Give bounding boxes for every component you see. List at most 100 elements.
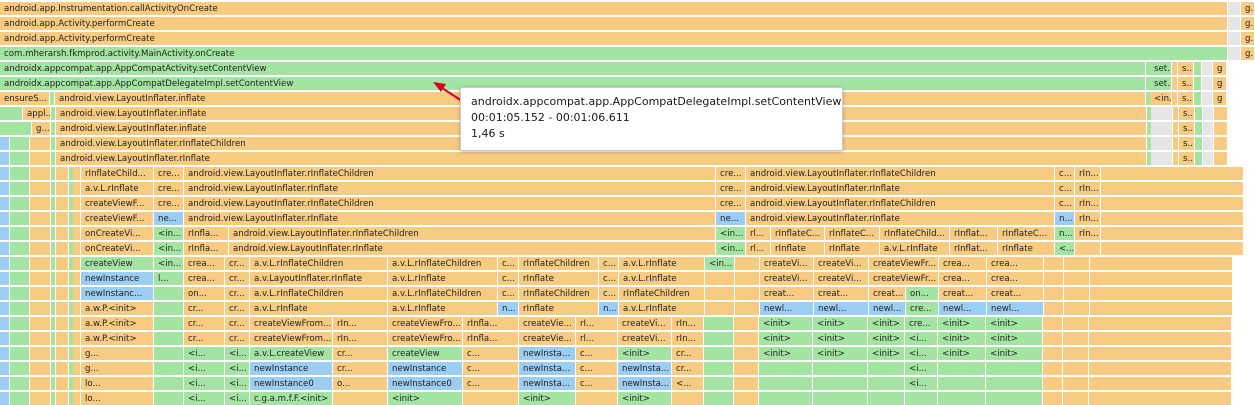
flame-frame[interactable] [30, 272, 51, 286]
flame-frame[interactable] [1043, 332, 1063, 346]
flame-frame[interactable]: <init> [618, 392, 672, 405]
flame-frame[interactable]: cr... [225, 272, 250, 286]
flame-frame[interactable]: g [1213, 92, 1227, 106]
flame-frame[interactable]: com.mherarsh.fkmprod.activity.MainActivi… [0, 47, 1228, 61]
flame-frame[interactable]: cr... [225, 287, 250, 301]
flame-frame[interactable] [73, 317, 81, 331]
flame-frame[interactable] [154, 317, 184, 331]
flame-frame[interactable]: <i... [225, 362, 250, 376]
flame-frame[interactable] [56, 377, 69, 391]
flame-frame[interactable] [1089, 347, 1232, 361]
flame-frame[interactable]: cr... [333, 347, 388, 361]
flame-frame[interactable] [1044, 302, 1064, 316]
flame-frame[interactable] [56, 167, 69, 181]
flame-frame[interactable] [734, 347, 759, 361]
flame-frame[interactable]: s... [1179, 122, 1195, 136]
flame-frame[interactable] [1044, 272, 1064, 286]
flame-frame[interactable] [705, 272, 735, 286]
flame-frame[interactable] [56, 362, 69, 376]
flame-frame[interactable]: android.view.LayoutInflater.rInflate [184, 182, 716, 196]
flame-frame[interactable]: set... [1150, 62, 1172, 76]
flame-frame[interactable] [10, 332, 30, 346]
flame-frame[interactable] [0, 377, 10, 391]
flame-frame[interactable]: l... [154, 272, 184, 286]
flame-frame[interactable]: <in... [705, 257, 735, 271]
flame-frame[interactable] [154, 332, 184, 346]
flame-frame[interactable] [73, 242, 81, 256]
flame-frame[interactable] [30, 257, 51, 271]
flame-frame[interactable]: createVi... [760, 272, 814, 286]
flame-frame[interactable] [704, 317, 734, 331]
flame-frame[interactable]: rInflateChildren [619, 287, 705, 301]
flame-frame[interactable]: createViewF... [81, 197, 154, 211]
flame-frame[interactable] [1090, 257, 1233, 271]
flame-frame[interactable]: createVi... [618, 317, 672, 331]
flame-frame[interactable] [154, 377, 184, 391]
flame-frame[interactable]: a.v.L.rInflate [619, 272, 705, 286]
flame-frame[interactable] [1214, 137, 1228, 151]
flame-frame[interactable]: <init> [986, 317, 1043, 331]
flame-frame[interactable] [1063, 347, 1089, 361]
flame-frame[interactable] [759, 362, 813, 376]
flame-frame[interactable] [1090, 272, 1233, 286]
flame-frame[interactable] [1202, 77, 1213, 91]
flame-frame[interactable] [56, 347, 69, 361]
flame-frame[interactable] [154, 287, 184, 301]
flame-frame[interactable]: rInflate [519, 302, 599, 316]
flame-frame[interactable] [986, 362, 1043, 376]
flame-frame[interactable] [1203, 152, 1214, 166]
flame-frame[interactable] [1228, 2, 1241, 16]
flame-frame[interactable]: newl... [760, 302, 814, 316]
flame-frame[interactable] [10, 137, 30, 151]
flame-frame[interactable]: g [1213, 62, 1227, 76]
flame-frame[interactable]: on... [184, 287, 225, 301]
flame-frame[interactable]: creat... [814, 287, 869, 301]
flame-frame[interactable]: rIn... [672, 317, 704, 331]
flame-frame[interactable]: n... [599, 302, 619, 316]
flame-frame[interactable] [154, 362, 184, 376]
flame-frame[interactable]: newl... [939, 302, 987, 316]
flame-frame[interactable]: crea... [987, 257, 1044, 271]
flame-frame[interactable]: createView [81, 257, 154, 271]
flame-frame[interactable] [73, 377, 81, 391]
flame-frame[interactable]: a.v.L.rInflateChildren [388, 257, 498, 271]
flame-frame[interactable]: cre... [154, 182, 184, 196]
flame-frame[interactable]: a.v.L.rInflateChildren [388, 287, 498, 301]
flame-frame[interactable]: rInflate [771, 242, 825, 256]
flame-frame[interactable] [734, 362, 759, 376]
flame-frame[interactable] [1203, 137, 1214, 151]
flame-frame[interactable]: android.view.LayoutInflater.rInflateChil… [746, 167, 1055, 181]
flame-frame[interactable]: c... [599, 287, 619, 301]
flame-frame[interactable] [30, 242, 51, 256]
flame-frame[interactable]: rInflat... [950, 227, 998, 241]
flame-frame[interactable] [986, 377, 1043, 391]
flame-frame[interactable] [1228, 32, 1241, 46]
flame-frame[interactable]: android.view.LayoutInflater.rInflate [229, 242, 716, 256]
flame-frame[interactable]: <init> [759, 317, 813, 331]
flame-frame[interactable]: crea... [987, 272, 1044, 286]
flame-frame[interactable] [4, 122, 32, 136]
flame-frame[interactable]: cr... [672, 362, 704, 376]
flame-frame[interactable]: a.v.L.rInflate [388, 272, 498, 286]
flame-frame[interactable] [1064, 302, 1090, 316]
flame-frame[interactable]: creat... [987, 287, 1044, 301]
flame-frame[interactable]: a.w.P.<init> [81, 302, 154, 316]
flame-frame[interactable] [759, 392, 813, 405]
flame-frame[interactable] [734, 317, 759, 331]
flame-frame[interactable] [1203, 107, 1214, 121]
flame-frame[interactable]: a.v.L.rInflate [388, 302, 498, 316]
flame-frame[interactable] [1101, 182, 1244, 196]
flame-frame[interactable]: g... [81, 362, 154, 376]
flame-frame[interactable] [154, 302, 184, 316]
flame-frame[interactable]: <init> [813, 347, 868, 361]
flame-frame[interactable]: c... [576, 362, 618, 376]
flame-frame[interactable]: <i... [225, 347, 250, 361]
flame-frame[interactable]: newl... [814, 302, 869, 316]
flame-frame[interactable] [1195, 152, 1203, 166]
flame-frame[interactable] [1063, 332, 1089, 346]
flame-frame[interactable] [986, 392, 1043, 405]
flame-frame[interactable]: ne... [154, 212, 184, 226]
flame-frame[interactable]: a.v.L.rInflate [250, 302, 388, 316]
flame-frame[interactable] [56, 227, 69, 241]
flame-frame[interactable]: o... [333, 377, 388, 391]
